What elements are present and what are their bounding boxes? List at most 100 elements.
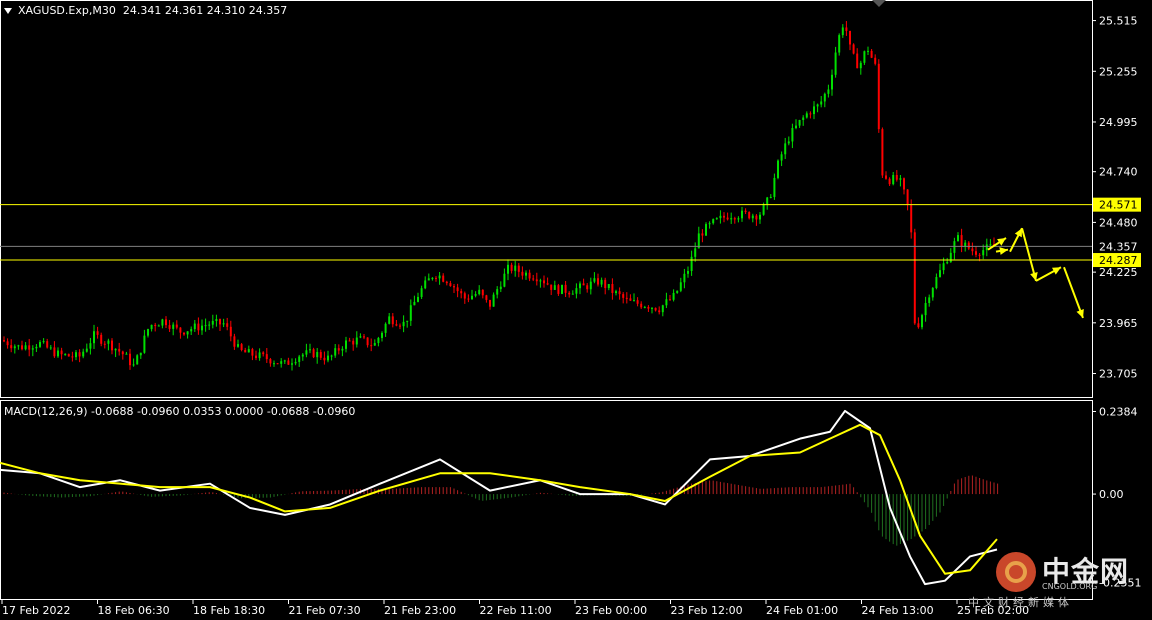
candle-body [118, 348, 121, 352]
candle [366, 337, 369, 348]
candle-body [262, 352, 265, 355]
candle [741, 206, 743, 222]
candle-body [183, 332, 185, 335]
candle-body [445, 281, 448, 284]
candle [370, 338, 373, 352]
level-label: 24.287 [1099, 254, 1138, 267]
candle [485, 294, 488, 303]
candle [244, 347, 247, 353]
candle [859, 60, 862, 75]
candle-body [676, 290, 679, 293]
candle [103, 341, 106, 349]
candle [316, 348, 319, 364]
candle-body [535, 279, 538, 282]
time-tick-label: 18 Feb 06:30 [98, 604, 170, 617]
price-chart[interactable]: 24.357 24.571 24.287 25.515 25.255 24.995 24.… [0, 0, 1152, 620]
candle [499, 281, 502, 293]
candle [247, 345, 250, 353]
candle-body [730, 218, 733, 220]
candle-body [100, 334, 103, 344]
candle-body [179, 327, 182, 333]
candle [881, 127, 884, 178]
candle-body [654, 307, 657, 311]
candle [931, 287, 934, 301]
candle-body [924, 302, 927, 316]
candle [755, 214, 758, 226]
candle-body [150, 324, 153, 330]
candle-body [53, 347, 56, 357]
candle [564, 280, 567, 298]
candle-body [744, 210, 747, 213]
candle [460, 288, 463, 299]
candle [183, 332, 185, 336]
candle [406, 320, 409, 328]
chevron-down-icon[interactable] [4, 8, 12, 14]
candle [683, 268, 686, 289]
candle [233, 333, 236, 350]
candle-body [139, 352, 142, 356]
forecast-arrow-head [999, 247, 1008, 255]
candle [553, 280, 556, 290]
candle-body [402, 321, 405, 327]
candle [132, 358, 135, 367]
candle [899, 174, 902, 187]
candle [895, 170, 898, 182]
candle-body [892, 175, 895, 185]
price-tick-label: 24.225 [1099, 266, 1138, 279]
candle [463, 291, 466, 304]
candle-body [438, 275, 441, 279]
candle [856, 48, 859, 69]
candle [849, 30, 851, 51]
candle [467, 294, 470, 303]
candle [870, 48, 873, 59]
candle-body [741, 210, 743, 219]
candle [24, 342, 27, 351]
candle-body [71, 356, 74, 358]
candle [568, 291, 571, 298]
candle-body [391, 316, 394, 325]
candle [388, 313, 391, 325]
candle-body [597, 278, 599, 285]
candle [327, 350, 329, 363]
symbol-label: XAGUSD.Exp,M30 [18, 4, 116, 17]
candle [593, 272, 596, 284]
candle [557, 283, 560, 296]
candle-body [989, 244, 992, 246]
candle [381, 331, 383, 342]
candle-body [449, 283, 452, 287]
scroll-marker-icon[interactable] [872, 0, 886, 7]
candle-body [75, 352, 77, 358]
candle [733, 216, 736, 224]
candle-body [413, 301, 416, 306]
candle [906, 189, 909, 211]
candle [10, 339, 13, 353]
candle-body [273, 363, 275, 365]
forecast-arrow [995, 247, 1009, 255]
candle-body [532, 278, 535, 280]
candle-body [877, 63, 880, 130]
candle-body [982, 250, 985, 256]
candle-body [305, 350, 308, 355]
candle-body [399, 325, 401, 327]
candle [179, 327, 182, 339]
candle [481, 289, 484, 299]
candle-body [348, 340, 351, 342]
candle-body [820, 101, 823, 105]
candle [679, 277, 682, 293]
candle-body [841, 27, 844, 36]
candle-body [240, 344, 243, 350]
candle [705, 222, 707, 236]
candle [611, 278, 614, 300]
forecast-arrow-shaft [1021, 227, 1037, 282]
candle-body [701, 233, 704, 236]
candle-body [561, 284, 563, 294]
candle-body [28, 345, 31, 350]
candle-body [798, 120, 801, 126]
candle-body [949, 252, 952, 263]
candle [154, 322, 157, 332]
candle-body [899, 178, 902, 180]
candle [496, 286, 499, 299]
candle-body [384, 323, 387, 333]
candle [823, 92, 826, 108]
candle [597, 273, 599, 287]
